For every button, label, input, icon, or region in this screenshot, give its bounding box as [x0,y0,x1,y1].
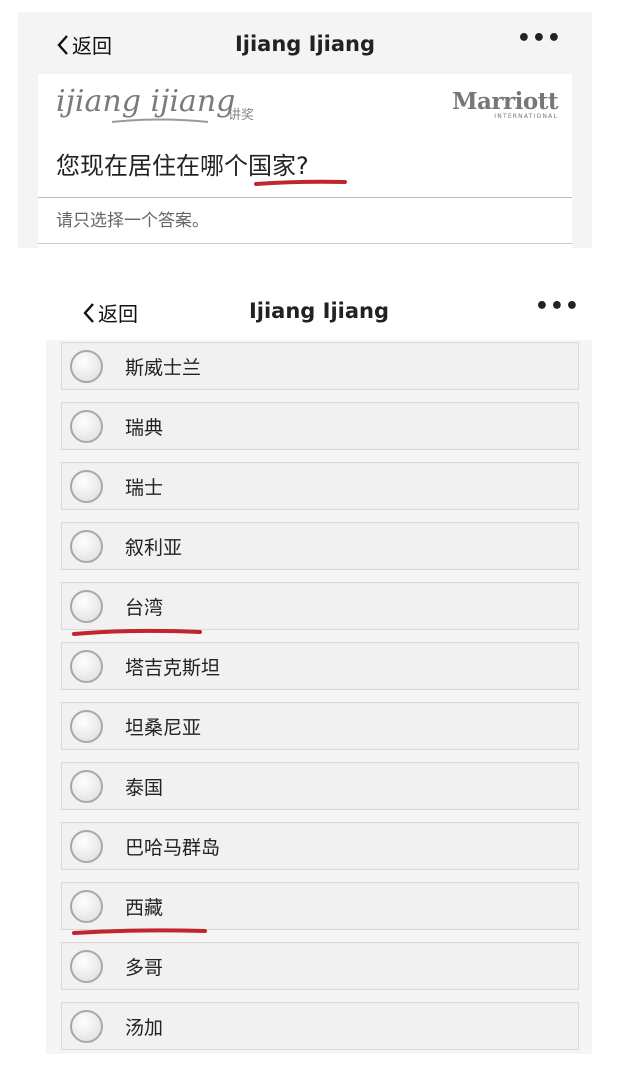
divider [38,197,572,198]
option-label: 汤加 [125,1016,164,1039]
brand-swoosh-icon [111,118,209,123]
option-label: 巴哈马群岛 [125,836,221,859]
option-tajikistan[interactable]: 塔吉克斯坦 [61,642,579,690]
page-title: Ijiang Ijiang [248,299,390,323]
option-bahamas[interactable]: 巴哈马群岛 [61,822,579,870]
marriott-name: Marriott [452,88,558,115]
red-annotation-underline [72,928,207,935]
more-menu-icon[interactable]: ••• [535,294,580,319]
option-label: 西藏 [125,896,164,919]
option-tanzania[interactable]: 坦桑尼亚 [61,702,579,750]
instruction-text: 请只选择一个答案。 [56,211,209,231]
option-sweden[interactable]: 瑞典 [61,402,579,450]
option-taiwan[interactable]: 台湾 [61,582,579,636]
red-annotation-underline [72,628,202,636]
radio-button[interactable] [70,589,103,623]
radio-button[interactable] [70,469,103,503]
radio-button[interactable] [70,949,103,983]
radio-button[interactable] [70,349,103,383]
option-label: 斯威士兰 [125,356,202,379]
option-label: 坦桑尼亚 [125,716,202,739]
option-label: 瑞典 [125,416,164,439]
option-thailand[interactable]: 泰国 [61,762,579,810]
radio-button[interactable] [70,769,103,803]
page-title: Ijiang Ijiang [234,32,376,56]
marriott-logo: Marriott INTERNATIONAL [452,88,558,120]
divider [38,243,572,244]
option-label: 塔吉克斯坦 [125,656,221,679]
screenshot-country-options: 返回 Ijiang Ijiang ••• 斯威士兰 瑞典 瑞士 叙利亚 台湾 塔… [46,282,592,1054]
brand-sub-label: 讲奖 [228,108,255,123]
question-text: 您现在居住在哪个国家? [56,152,309,180]
more-menu-icon[interactable]: ••• [517,26,562,51]
option-label: 瑞士 [125,476,164,499]
option-label: 泰国 [125,776,164,799]
radio-button[interactable] [70,829,103,863]
option-label: 叙利亚 [125,536,183,559]
option-syria[interactable]: 叙利亚 [61,522,579,570]
radio-button[interactable] [70,409,103,443]
radio-button[interactable] [70,1009,103,1043]
radio-button[interactable] [70,649,103,683]
red-annotation-underline [254,179,347,186]
option-label: 多哥 [125,956,164,979]
option-list: 斯威士兰 瑞典 瑞士 叙利亚 台湾 塔吉克斯坦 坦桑尼亚 泰国 巴哈马群岛 西藏… [61,342,579,1062]
brand-logo: ijiang ijiang [56,84,236,119]
option-switzerland[interactable]: 瑞士 [61,462,579,510]
option-togo[interactable]: 多哥 [61,942,579,990]
option-tonga[interactable]: 汤加 [61,1002,579,1050]
option-label: 台湾 [125,596,164,619]
radio-button[interactable] [70,709,103,743]
navbar: 返回 Ijiang Ijiang ••• [18,12,592,74]
screenshot-question-header: 返回 Ijiang Ijiang ••• ijiang ijiang 讲奖 Ma… [18,12,592,248]
radio-button[interactable] [70,529,103,563]
option-eswatini[interactable]: 斯威士兰 [61,342,579,390]
navbar: 返回 Ijiang Ijiang ••• [46,282,592,340]
logo-row: ijiang ijiang 讲奖 Marriott INTERNATIONAL [38,74,572,132]
radio-button[interactable] [70,889,103,923]
survey-content: ijiang ijiang 讲奖 Marriott INTERNATIONAL … [38,74,572,248]
option-tibet[interactable]: 西藏 [61,882,579,935]
